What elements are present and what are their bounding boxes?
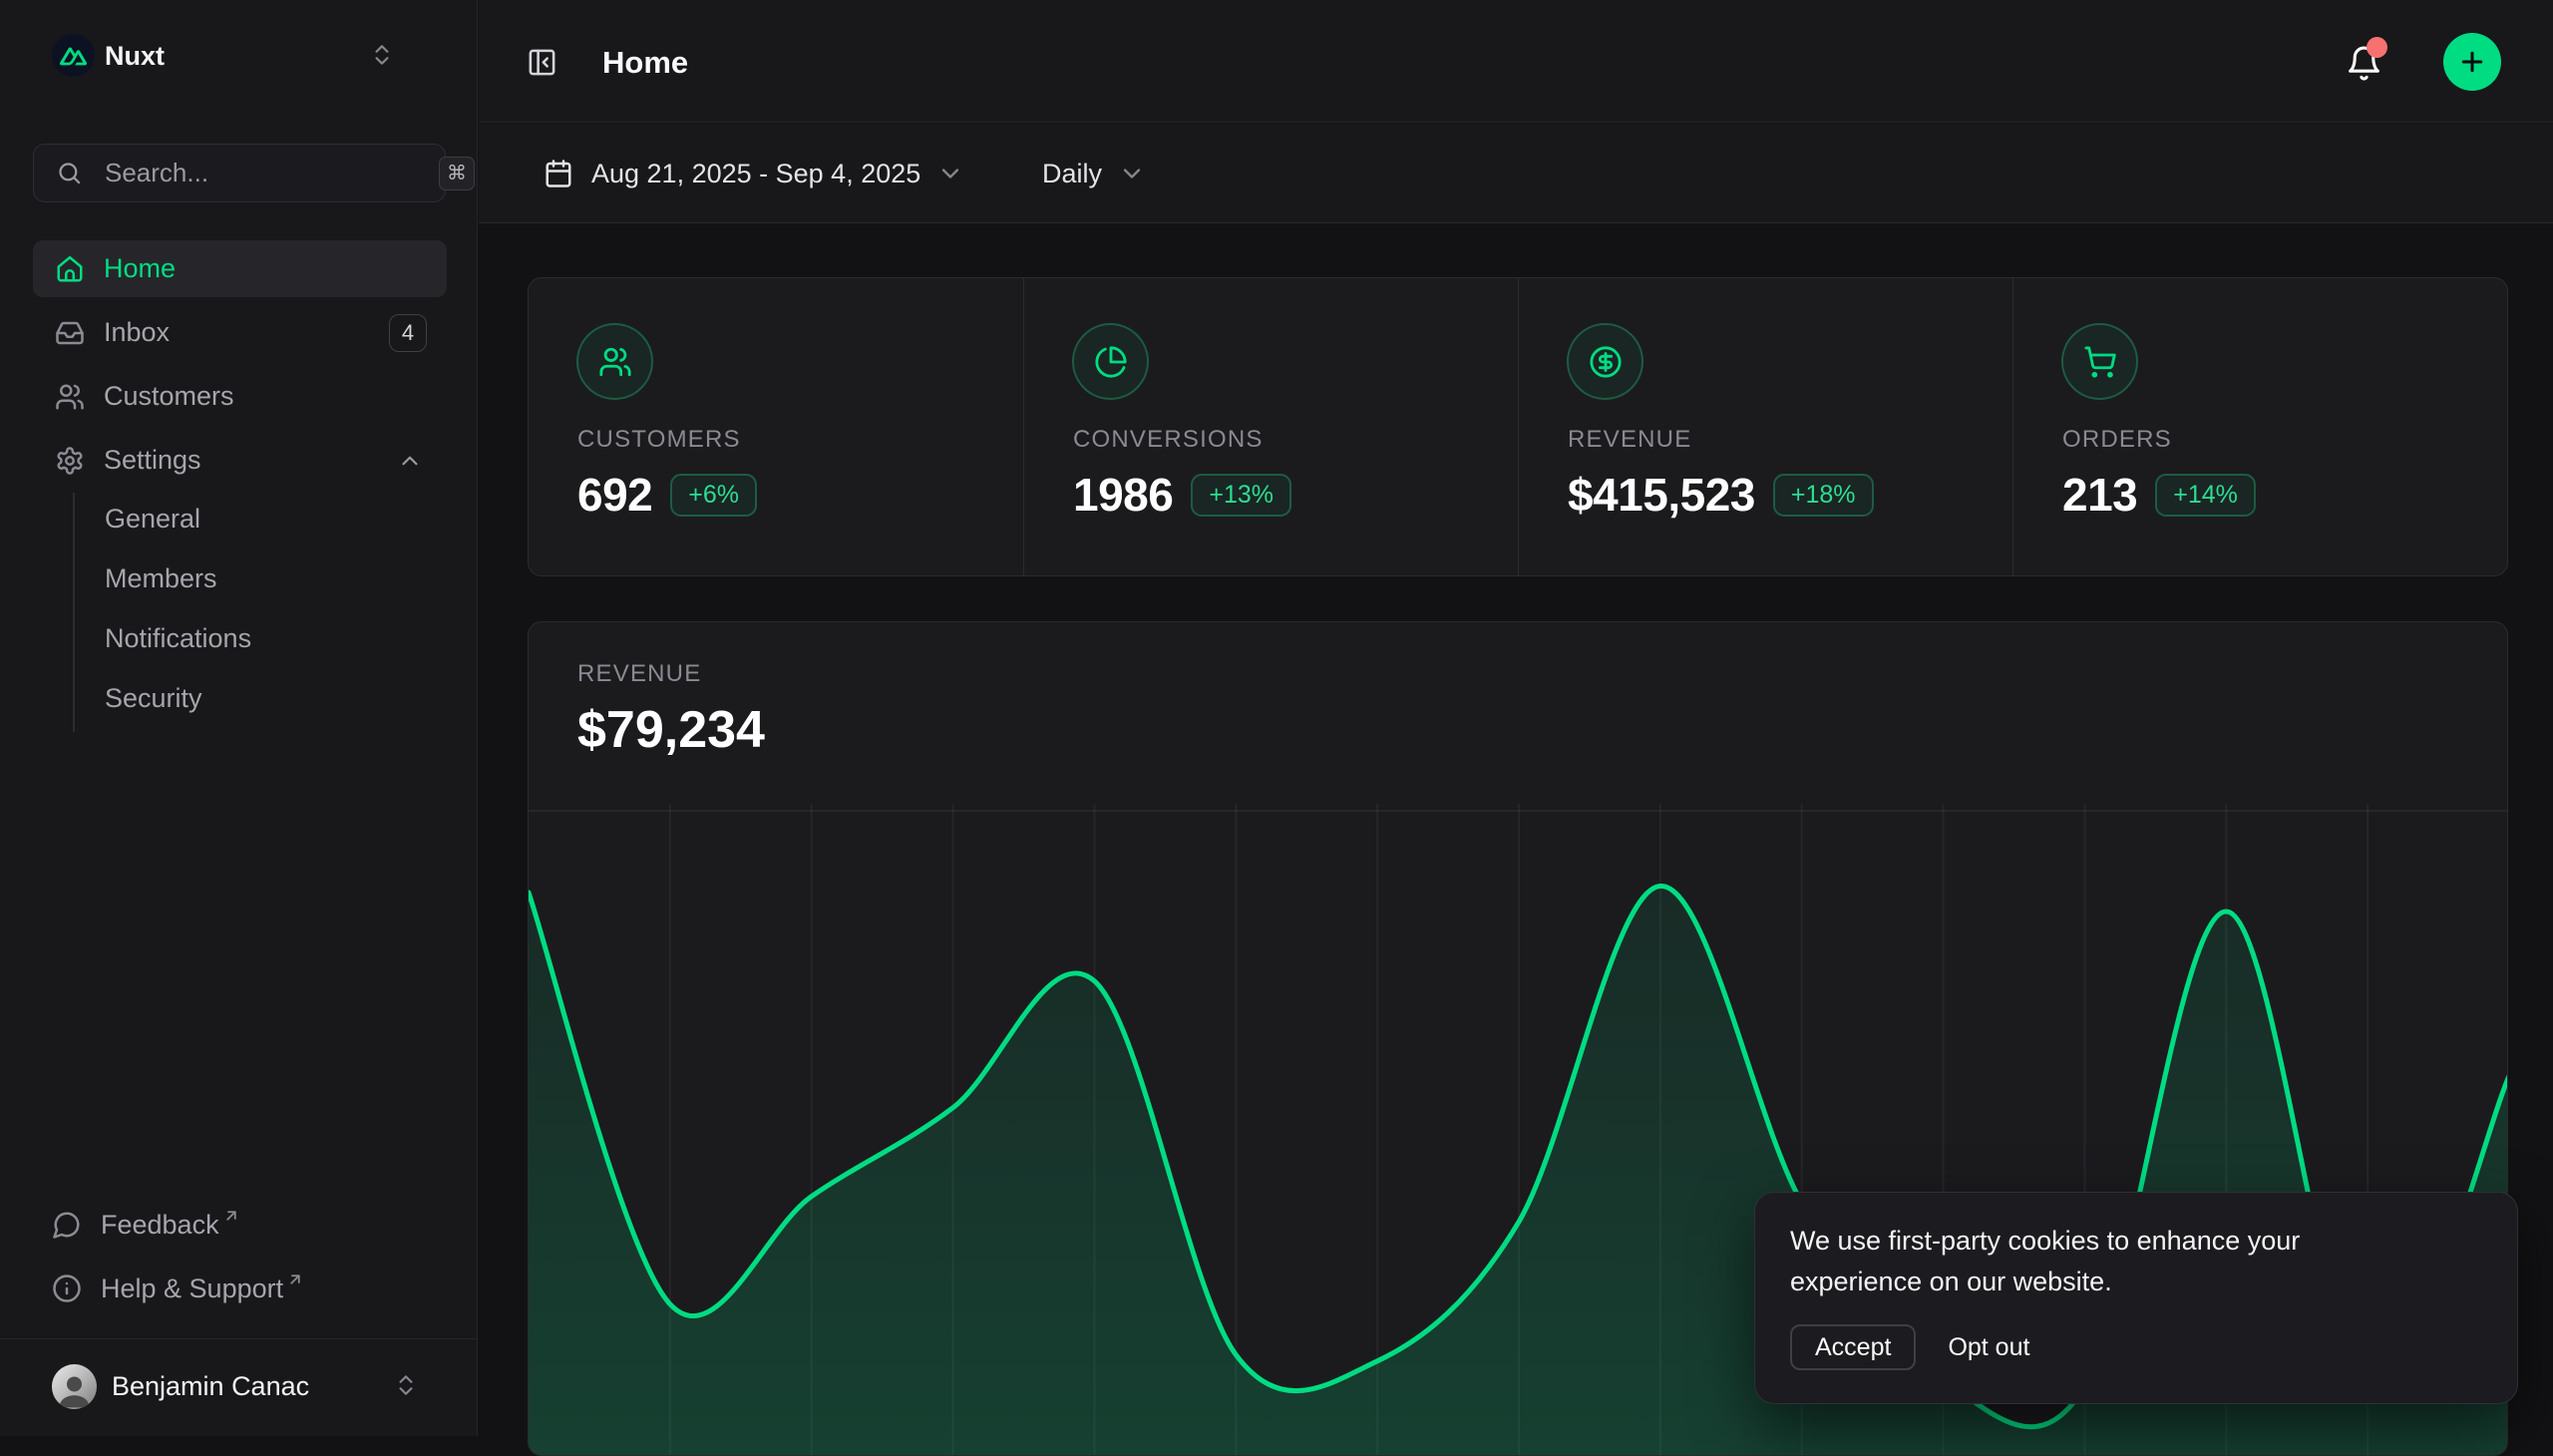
sidebar-item-label: Settings: [104, 445, 201, 476]
sidebar-item-settings[interactable]: Settings: [33, 432, 447, 489]
stat-revenue: REVENUE $415,523 +18%: [1518, 278, 2012, 575]
sidebar-item-label: Feedback: [101, 1210, 219, 1241]
sidebar-item-notifications[interactable]: Notifications: [105, 608, 424, 668]
stat-delta-badge: +6%: [670, 474, 757, 517]
subnav-guide-line: [73, 493, 75, 732]
nuxt-logo: [52, 34, 95, 77]
sidebar-item-customers[interactable]: Customers: [33, 368, 447, 425]
team-name: Nuxt: [105, 41, 165, 72]
sidebar-item-members[interactable]: Members: [105, 548, 424, 608]
user-menu[interactable]: Benjamin Canac: [20, 1352, 459, 1420]
shopping-cart-icon: [2061, 323, 2138, 400]
inbox-icon: [55, 318, 85, 348]
external-link-icon: [222, 1207, 240, 1225]
stat-value: 1986: [1073, 468, 1173, 522]
avatar: [52, 1364, 97, 1409]
sidebar-item-label: Help & Support: [101, 1274, 283, 1304]
notifications-button[interactable]: [2342, 41, 2385, 85]
stat-orders: ORDERS 213 +14%: [2012, 278, 2507, 575]
sidebar-nav: Home Inbox 4 Customers Settings: [33, 240, 447, 496]
revenue-label: REVENUE: [577, 660, 701, 688]
sidebar: Nuxt ⌘ K Home Inbox 4: [0, 0, 478, 1436]
sidebar-item-feedback[interactable]: Feedback: [33, 1196, 447, 1254]
pie-chart-icon: [1072, 323, 1149, 400]
team-selector[interactable]: Nuxt: [20, 28, 439, 94]
stat-label: REVENUE: [1568, 426, 1691, 454]
sidebar-divider: [0, 1338, 478, 1339]
search-input[interactable]: [105, 158, 439, 188]
chevron-up-icon: [397, 448, 423, 474]
gear-icon: [55, 446, 85, 476]
plus-icon: [2457, 47, 2487, 77]
stat-value: 692: [577, 468, 652, 522]
users-icon: [576, 323, 653, 400]
sidebar-item-help-support[interactable]: Help & Support: [33, 1260, 447, 1317]
home-icon: [55, 254, 85, 284]
optout-cookies-button[interactable]: Opt out: [1948, 1333, 2029, 1362]
sidebar-item-label: Customers: [104, 381, 234, 412]
top-header: Home: [479, 0, 2553, 123]
chevrons-up-down-icon: [393, 1372, 419, 1398]
add-button[interactable]: [2443, 33, 2501, 91]
kbd-cmd: ⌘: [439, 157, 475, 190]
chevron-down-icon: [1118, 160, 1146, 187]
sidebar-item-label: Home: [104, 253, 176, 284]
chevron-down-icon: [936, 160, 964, 187]
chevrons-up-down-icon: [369, 42, 395, 68]
stat-value: $415,523: [1568, 468, 1755, 522]
stat-customers: CUSTOMERS 692 +6%: [529, 278, 1023, 575]
stat-conversions: CONVERSIONS 1986 +13%: [1023, 278, 1518, 575]
stat-delta-badge: +13%: [1191, 474, 1291, 517]
dollar-circle-icon: [1567, 323, 1643, 400]
stats-row: CUSTOMERS 692 +6% CONVERSIONS 1986 +13% …: [528, 277, 2508, 576]
stat-delta-badge: +18%: [1773, 474, 1874, 517]
info-circle-icon: [52, 1274, 82, 1303]
revenue-total-value: $79,234: [577, 700, 765, 760]
stat-label: CONVERSIONS: [1073, 426, 1264, 454]
period-value: Daily: [1042, 159, 1102, 189]
page-title: Home: [602, 45, 688, 81]
sidebar-item-inbox[interactable]: Inbox 4: [33, 304, 447, 361]
sidebar-item-home[interactable]: Home: [33, 240, 447, 297]
toolbar: Aug 21, 2025 - Sep 4, 2025 Daily: [479, 124, 2553, 223]
panel-left-close-icon: [527, 47, 557, 78]
stat-delta-badge: +14%: [2155, 474, 2256, 517]
date-range-picker[interactable]: Aug 21, 2025 - Sep 4, 2025: [544, 149, 964, 198]
notification-dot: [2367, 37, 2387, 58]
cookie-banner: We use first-party cookies to enhance yo…: [1754, 1192, 2518, 1404]
inbox-count-badge: 4: [389, 314, 427, 352]
stat-label: CUSTOMERS: [577, 426, 741, 454]
date-range-value: Aug 21, 2025 - Sep 4, 2025: [591, 159, 920, 189]
calendar-icon: [544, 159, 573, 188]
cookie-message: We use first-party cookies to enhance yo…: [1790, 1221, 2428, 1302]
collapse-sidebar-button[interactable]: [521, 41, 562, 83]
stat-label: ORDERS: [2062, 426, 2172, 454]
period-select[interactable]: Daily: [1042, 149, 1146, 198]
search-icon: [56, 160, 83, 186]
stat-value: 213: [2062, 468, 2137, 522]
accept-cookies-button[interactable]: Accept: [1790, 1324, 1916, 1370]
sidebar-item-label: Inbox: [104, 317, 170, 348]
message-bubble-icon: [52, 1210, 82, 1240]
users-icon: [55, 382, 85, 412]
search-bar[interactable]: ⌘ K: [33, 144, 446, 202]
external-link-icon: [286, 1271, 304, 1288]
user-name: Benjamin Canac: [112, 1371, 309, 1402]
sidebar-item-security[interactable]: Security: [105, 668, 424, 728]
sidebar-item-general[interactable]: General: [105, 489, 424, 548]
